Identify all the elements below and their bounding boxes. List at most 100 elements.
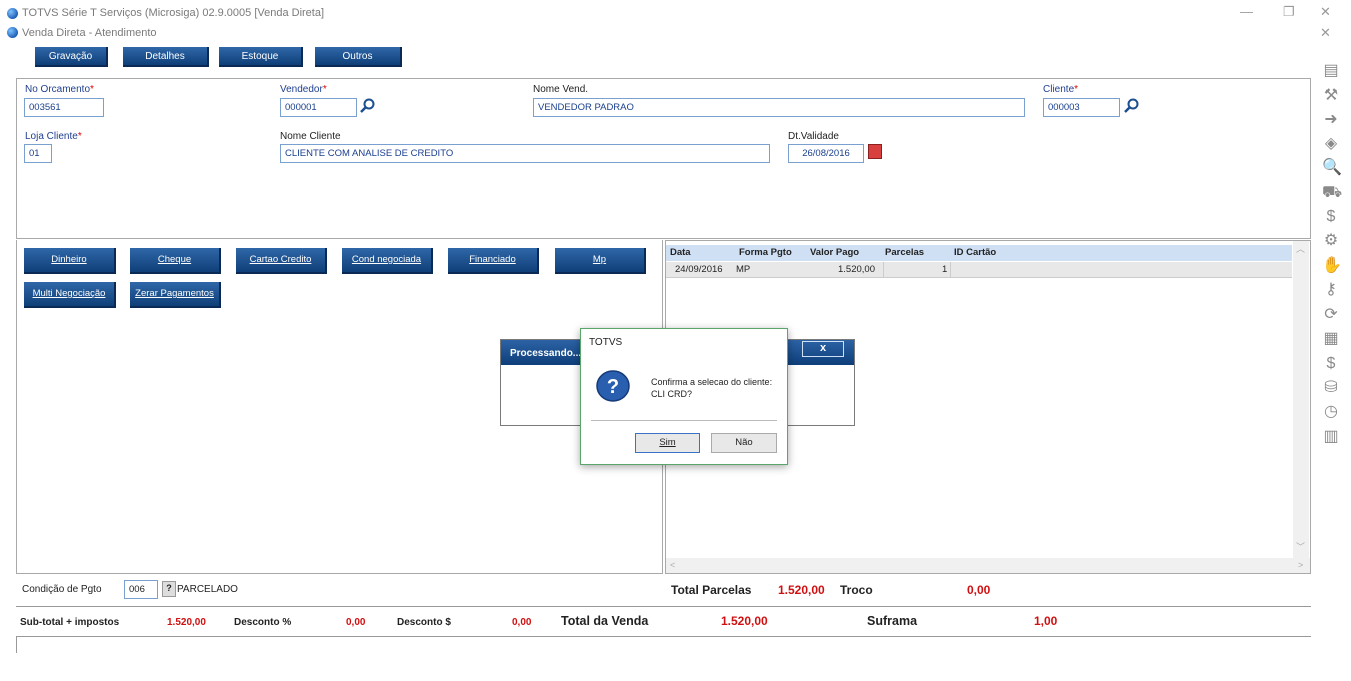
grid-header: Data Forma Pgto Valor Pago Parcelas ID C… bbox=[666, 245, 1292, 261]
table-row[interactable]: 24/09/2016 MP 1.520,00 1 bbox=[666, 262, 1292, 278]
exit-icon[interactable]: ➜ bbox=[1322, 111, 1340, 129]
chart-icon[interactable]: ▥ bbox=[1322, 428, 1340, 446]
loja-field[interactable]: 01 bbox=[24, 144, 52, 163]
col-forma-pgto[interactable]: Forma Pgto bbox=[739, 247, 792, 258]
loja-label: Loja Cliente* bbox=[25, 131, 82, 142]
window-icon bbox=[7, 27, 18, 38]
processando-close-button[interactable]: x bbox=[802, 341, 844, 357]
tools-icon[interactable]: ⚒ bbox=[1322, 87, 1340, 105]
dialog-divider bbox=[591, 420, 777, 421]
multi-negociacao-button[interactable]: Multi Negociação bbox=[24, 282, 116, 308]
inner-title-bar: Venda Direta - Atendimento ✕ bbox=[0, 22, 1351, 40]
sim-button[interactable]: Sim bbox=[635, 433, 700, 453]
question-icon: ? bbox=[595, 369, 631, 403]
mp-button[interactable]: Mp bbox=[555, 248, 646, 274]
footer-divider bbox=[16, 606, 1311, 607]
close-window-icon[interactable]: ✕ bbox=[1320, 4, 1331, 20]
condicao-label: Condição de Pgto bbox=[22, 584, 102, 595]
subtotal-label: Sub-total + impostos bbox=[20, 617, 120, 628]
dialog-message-line2: CLI CRD? bbox=[651, 389, 693, 399]
total-parcelas-label: Total Parcelas bbox=[671, 583, 752, 597]
total-parcelas-value: 1.520,00 bbox=[778, 583, 825, 597]
app-title: TOTVS Série T Serviços (Microsiga) 02.9.… bbox=[22, 7, 325, 19]
no-orcamento-label: No Orcamento* bbox=[25, 84, 94, 95]
cart-icon[interactable]: ⛟ bbox=[1322, 184, 1342, 202]
cliente-search-icon[interactable] bbox=[1124, 98, 1139, 114]
nao-button[interactable]: Não bbox=[711, 433, 777, 453]
gravacao-button[interactable]: Gravação bbox=[35, 47, 108, 67]
minimize-icon[interactable]: — bbox=[1240, 4, 1253, 19]
cliente-field[interactable]: 000003 bbox=[1043, 98, 1120, 117]
processando-title: Processando... bbox=[510, 348, 582, 359]
financiado-button[interactable]: Financiado bbox=[448, 248, 539, 274]
cell-parcelas: 1 bbox=[942, 264, 948, 275]
coins-icon[interactable]: ⛁ bbox=[1322, 379, 1340, 397]
hand-icon[interactable]: ✋ bbox=[1322, 257, 1342, 275]
cell-valor: 1.520,00 bbox=[838, 264, 875, 275]
outer-title-bar: TOTVS Série T Serviços (Microsiga) 02.9.… bbox=[0, 0, 1351, 22]
validade-label: Dt.Validade bbox=[788, 131, 839, 142]
scroll-up-icon[interactable]: ︿ bbox=[1296, 242, 1305, 255]
estoque-button[interactable]: Estoque bbox=[219, 47, 303, 67]
col-data[interactable]: Data bbox=[670, 247, 691, 258]
detalhes-button[interactable]: Detalhes bbox=[123, 47, 209, 67]
col-id-cartao[interactable]: ID Cartão bbox=[954, 247, 996, 258]
window-title: Venda Direta - Atendimento bbox=[22, 27, 157, 39]
col-parcelas[interactable]: Parcelas bbox=[885, 247, 924, 258]
no-orcamento-field[interactable]: 003561 bbox=[24, 98, 104, 117]
condicao-desc: PARCELADO bbox=[177, 584, 238, 595]
key-icon[interactable]: ⚷ bbox=[1322, 281, 1340, 299]
troco-value: 0,00 bbox=[967, 583, 991, 597]
nome-cliente-field[interactable]: CLIENTE COM ANALISE DE CREDITO bbox=[280, 144, 770, 163]
dialog-title: TOTVS bbox=[589, 337, 623, 348]
cliente-label: Cliente* bbox=[1043, 84, 1079, 95]
condicao-code-field[interactable]: 006 bbox=[124, 580, 158, 599]
total-venda-value: 1.520,00 bbox=[721, 614, 768, 628]
suframa-label: Suframa bbox=[867, 614, 918, 628]
desconto-pct-value: 0,00 bbox=[346, 617, 366, 628]
troco-label: Troco bbox=[840, 583, 873, 597]
cell-data: 24/09/2016 bbox=[675, 264, 723, 275]
confirm-dialog: TOTVS ? Confirma a selecao do cliente: C… bbox=[580, 328, 788, 465]
nome-vend-field[interactable]: VENDEDOR PADRAO bbox=[533, 98, 1025, 117]
save-icon[interactable]: ▤ bbox=[1322, 62, 1340, 80]
desconto-val-value: 0,00 bbox=[512, 617, 532, 628]
svg-text:?: ? bbox=[607, 376, 619, 398]
gear-icon[interactable]: ⚙ bbox=[1322, 232, 1340, 250]
grid-vertical-scrollbar[interactable] bbox=[1293, 241, 1309, 558]
total-venda-label: Total da Venda bbox=[561, 614, 649, 628]
cheque-button[interactable]: Cheque bbox=[130, 248, 221, 274]
subtotal-value: 1.520,00 bbox=[167, 617, 206, 628]
zerar-pagamentos-button[interactable]: Zerar Pagamentos bbox=[130, 282, 221, 308]
dinheiro-button[interactable]: Dinheiro bbox=[24, 248, 116, 274]
cartao-credito-button[interactable]: Cartao Credito bbox=[236, 248, 327, 274]
outros-button[interactable]: Outros bbox=[315, 47, 402, 67]
scroll-left-icon[interactable]: < bbox=[670, 560, 675, 570]
desconto-pct-label: Desconto % bbox=[234, 617, 292, 628]
vendedor-field[interactable]: 000001 bbox=[280, 98, 357, 117]
app-icon bbox=[7, 8, 18, 19]
vendedor-search-icon[interactable] bbox=[360, 98, 375, 114]
close-form-icon[interactable]: ✕ bbox=[1320, 25, 1331, 41]
calendar-icon[interactable] bbox=[868, 144, 882, 159]
grid-horizontal-scrollbar[interactable] bbox=[666, 558, 1310, 573]
clock-icon[interactable]: ◷ bbox=[1322, 403, 1340, 421]
cond-negociada-button[interactable]: Cond negociada bbox=[342, 248, 433, 274]
clipboard-icon[interactable]: ▦ bbox=[1322, 330, 1340, 348]
suframa-value: 1,00 bbox=[1034, 614, 1058, 628]
nome-vend-label: Nome Vend. bbox=[533, 84, 589, 95]
dollar-icon[interactable]: $ bbox=[1322, 355, 1340, 373]
validade-field[interactable]: 26/08/2016 bbox=[788, 144, 864, 163]
scroll-down-icon[interactable]: ﹀ bbox=[1296, 540, 1305, 553]
col-valor-pago[interactable]: Valor Pago bbox=[810, 247, 859, 258]
box-icon[interactable]: ◈ bbox=[1322, 135, 1340, 153]
money-icon[interactable]: $ bbox=[1322, 208, 1340, 226]
refresh-icon[interactable]: ⟳ bbox=[1322, 306, 1340, 324]
cell-forma: MP bbox=[736, 264, 751, 275]
dialog-message-line1: Confirma a selecao do cliente: bbox=[651, 377, 773, 387]
search-doc-icon[interactable]: 🔍 bbox=[1322, 159, 1342, 177]
restore-icon[interactable]: ❐ bbox=[1283, 4, 1295, 20]
condicao-help-button[interactable]: ? bbox=[162, 581, 176, 597]
status-bar bbox=[16, 636, 1311, 653]
scroll-right-icon[interactable]: > bbox=[1298, 560, 1303, 570]
